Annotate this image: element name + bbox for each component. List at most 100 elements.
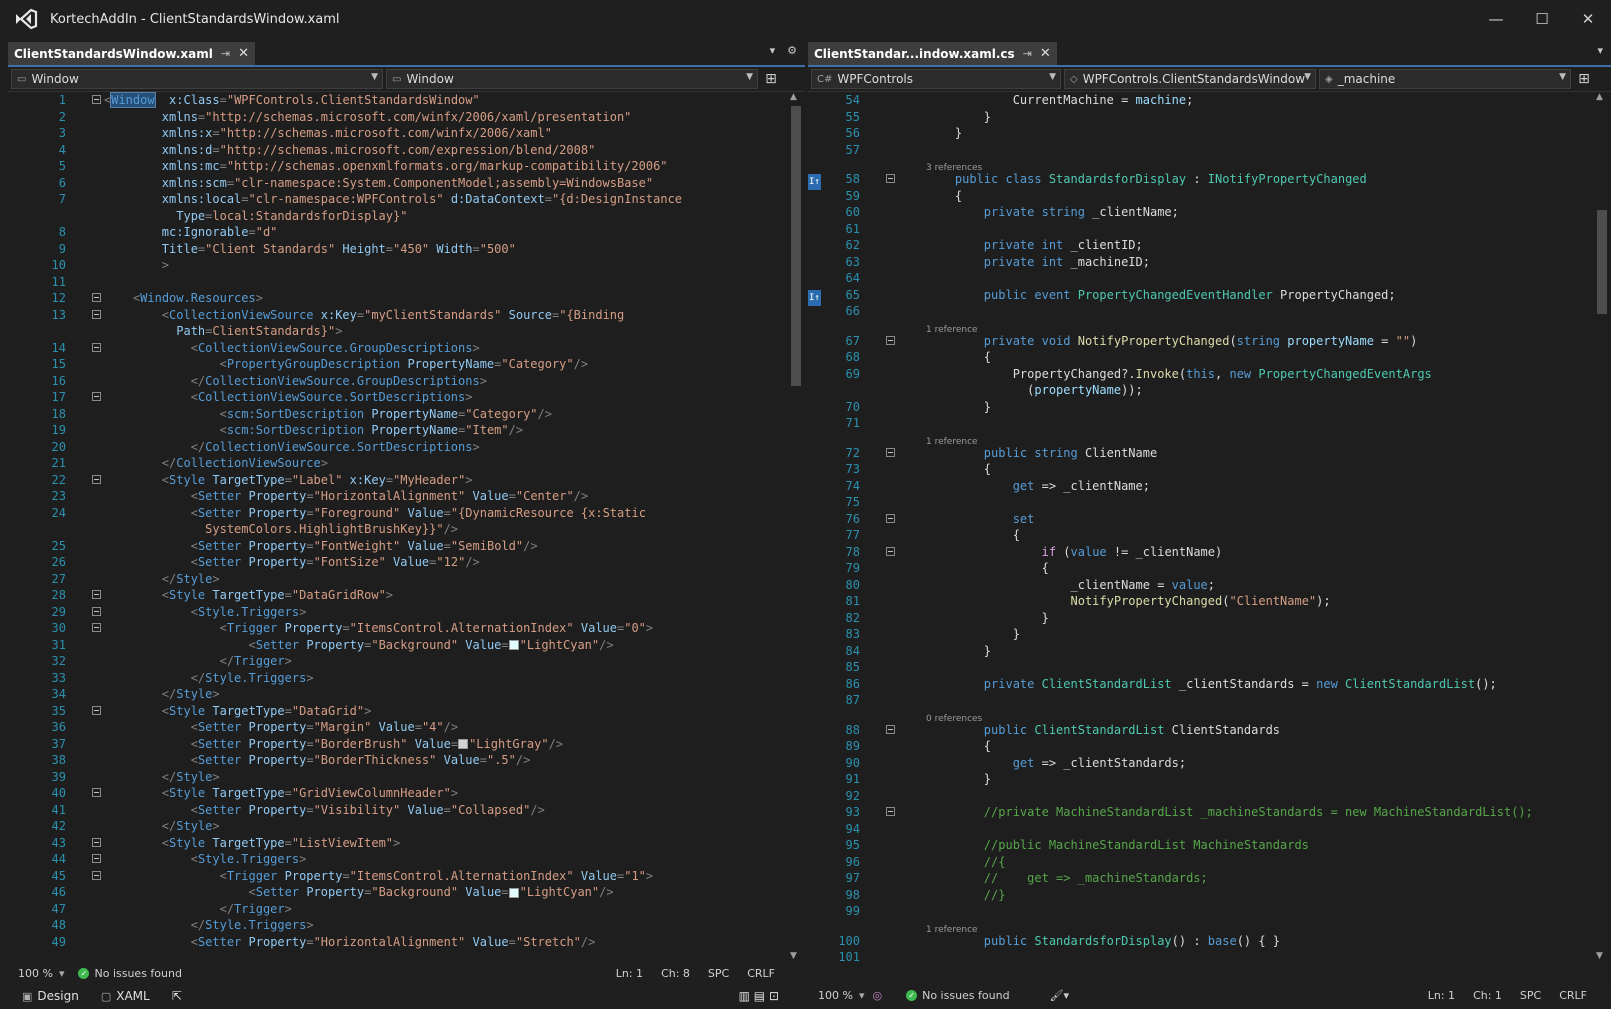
code-token: set — [926, 511, 1035, 526]
zoom-dropdown-icon[interactable]: ▾ — [859, 989, 865, 1002]
collapse-region-icon[interactable] — [886, 335, 895, 345]
collapse-region-icon[interactable] — [92, 705, 101, 715]
code-line: 6 xmlns:scm="clr-namespace:System.Compon… — [8, 175, 781, 192]
line-ending-indicator[interactable]: CRLF — [1559, 989, 1587, 1002]
tab-clientstandardswindow-xaml-cs[interactable]: ClientStandar...indow.xaml.cs ⇥ ✕ — [808, 42, 1057, 65]
scroll-up-icon[interactable]: ▲ — [790, 92, 797, 102]
maximize-button[interactable]: ☐ — [1519, 0, 1565, 38]
whitespace-indicator[interactable]: SPC — [708, 967, 729, 980]
tab-overflow-dropdown-icon[interactable]: ▾ — [1597, 44, 1603, 57]
collapse-region-icon[interactable] — [92, 474, 101, 484]
pin-icon[interactable]: ⇥ — [1023, 47, 1032, 60]
vertical-scrollbar[interactable]: ▲ ▼ — [787, 92, 805, 961]
code-cleanup-icon[interactable]: 🖌▾ — [1050, 989, 1070, 1002]
collapse-region-icon[interactable] — [886, 807, 895, 816]
code-token: </ — [161, 769, 177, 784]
line-ending-indicator[interactable]: CRLF — [747, 967, 775, 980]
close-window-button[interactable]: ✕ — [1565, 0, 1611, 38]
color-swatch[interactable] — [508, 640, 519, 650]
csharp-code-editor[interactable]: 54 CurrentMachine = machine; 55 } 56 } 57 3 … — [808, 92, 1611, 961]
whitespace-indicator[interactable]: SPC — [1520, 989, 1541, 1002]
xaml-code-editor[interactable]: 1 <Window x:Class="WPFControls.ClientStan… — [8, 92, 805, 961]
project-combo[interactable]: C# WPFControls ▼ — [811, 69, 1061, 89]
minimize-button[interactable]: — — [1473, 0, 1519, 38]
code-token: = — [284, 835, 292, 850]
tab-clientstandardswindow-xaml[interactable]: ClientStandardsWindow.xaml ⇥ ✕ — [8, 42, 255, 65]
zoom-dropdown-icon[interactable]: ▾ — [59, 967, 65, 980]
member-combo[interactable]: ◈ _machine ▼ — [1319, 69, 1571, 89]
code-text: </Style> — [104, 769, 220, 785]
collapse-region-icon[interactable] — [92, 623, 101, 632]
collapse-region-icon[interactable] — [92, 788, 101, 797]
code-token: StandardsforDisplay — [1048, 172, 1187, 186]
color-swatch[interactable] — [458, 739, 469, 749]
line-number: 30 — [51, 621, 66, 635]
line-number: 71 — [845, 416, 860, 430]
code-token: //private MachineStandardList _machineSt… — [926, 805, 1533, 819]
line-number: 72 — [845, 445, 860, 460]
tab-overflow-dropdown-icon[interactable]: ▾ — [770, 44, 776, 57]
collapse-region-icon[interactable] — [886, 447, 895, 457]
line-number: 74 — [845, 478, 860, 493]
code-token: () : — [1171, 933, 1208, 948]
collapse-region-icon[interactable] — [92, 606, 101, 616]
zoom-level[interactable]: 100 % — [18, 967, 53, 980]
code-token: } — [926, 643, 992, 658]
design-view-tab[interactable]: ▣ Design — [22, 989, 79, 1003]
left-element-combo[interactable]: ▭ Window ▼ — [11, 69, 383, 89]
class-combo[interactable]: ◇ WPFControls.ClientStandardsWindow ▼ — [1064, 69, 1316, 89]
layout-toggle-icons[interactable]: ▥ ▤ ⊡ — [739, 989, 779, 1003]
close-tab-icon[interactable]: ✕ — [1040, 46, 1051, 61]
code-token: Setter — [197, 753, 242, 767]
collapse-region-icon[interactable] — [92, 392, 101, 401]
collapse-region-icon[interactable] — [92, 95, 101, 104]
scrollbar-thumb[interactable] — [791, 106, 801, 386]
scroll-down-icon[interactable]: ▼ — [790, 951, 797, 961]
collapse-region-icon[interactable] — [92, 837, 101, 847]
right-element-combo[interactable]: ▭ Window ▼ — [386, 69, 758, 89]
line-number: 56 — [845, 126, 860, 140]
split-window-icon[interactable]: ⊞ — [761, 69, 781, 89]
collapse-region-icon[interactable] — [92, 293, 101, 302]
zoom-level[interactable]: 100 % — [818, 989, 853, 1002]
code-token: x:Key — [313, 307, 357, 322]
line-number: 64 — [845, 271, 860, 285]
vertical-scrollbar[interactable]: ▲ ▼ — [1593, 92, 1611, 961]
collapse-region-icon[interactable] — [886, 174, 895, 183]
code-text: xmlns:x="http://schemas.microsoft.com/wi… — [104, 125, 552, 141]
code-line: 46 <Setter Property="Background" Value= "… — [8, 884, 781, 901]
code-line: 44 <Style.Triggers> — [8, 851, 781, 868]
combo-value: _machine — [1337, 72, 1396, 86]
issues-indicator[interactable]: ✓ No issues found — [906, 989, 1010, 1002]
color-swatch[interactable] — [508, 887, 519, 898]
code-token: { — [926, 188, 963, 203]
collapse-region-icon[interactable] — [886, 546, 895, 556]
issues-indicator[interactable]: ✓ No issues found — [78, 967, 182, 980]
collapse-region-icon[interactable] — [92, 870, 101, 880]
collapse-region-icon[interactable] — [92, 342, 101, 352]
collapse-region-icon[interactable] — [92, 854, 101, 863]
scroll-up-icon[interactable]: ▲ — [1596, 92, 1603, 102]
element-icon: ▭ — [392, 73, 402, 85]
scroll-down-icon[interactable]: ▼ — [1596, 951, 1603, 961]
xaml-view-tab[interactable]: ▢ XAML — [101, 989, 150, 1003]
close-tab-icon[interactable]: ✕ — [238, 46, 249, 61]
collapse-region-icon[interactable] — [92, 590, 101, 599]
split-window-icon[interactable]: ⊞ — [1574, 69, 1594, 89]
pin-icon[interactable]: ⇥ — [221, 47, 230, 60]
settings-gear-icon[interactable]: ⚙ — [787, 44, 797, 57]
code-token: { — [926, 739, 992, 753]
popout-icon[interactable]: ⇱ — [172, 989, 182, 1003]
collapse-region-icon[interactable] — [886, 513, 895, 523]
collapse-region-icon[interactable] — [92, 309, 101, 319]
code-token: = — [342, 868, 350, 883]
code-token: /> — [515, 753, 531, 767]
copilot-icon[interactable]: ◎ — [872, 989, 882, 1002]
code-token: "FontWeight" — [313, 538, 401, 553]
collapse-region-icon[interactable] — [886, 724, 895, 734]
scrollbar-thumb[interactable] — [1597, 210, 1607, 314]
chevron-down-icon: ▼ — [1049, 72, 1056, 82]
code-token: "myClientStandards" — [364, 307, 502, 322]
